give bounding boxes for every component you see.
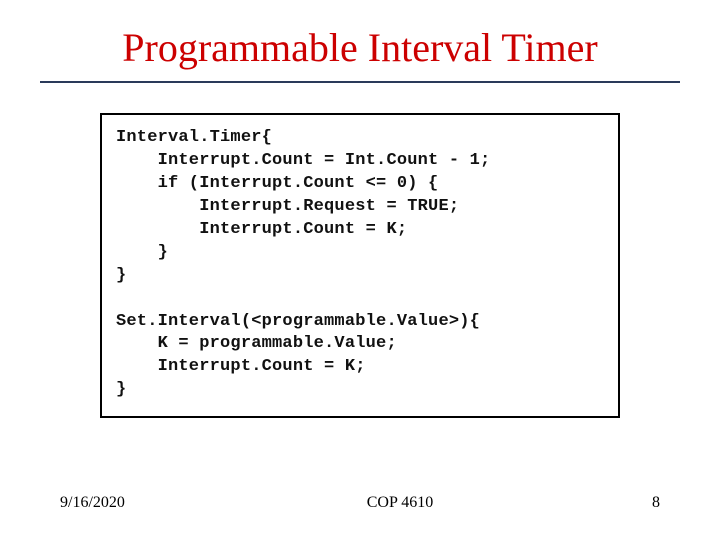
code-block: Interval.Timer{ Interrupt.Count = Int.Co… (116, 127, 604, 402)
footer-date: 9/16/2020 (60, 494, 180, 512)
slide: Programmable Interval Timer Interval.Tim… (0, 0, 720, 540)
code-box: Interval.Timer{ Interrupt.Count = Int.Co… (100, 113, 620, 418)
footer: 9/16/2020 COP 4610 8 (0, 494, 720, 512)
divider (40, 81, 680, 83)
footer-course: COP 4610 (180, 494, 620, 512)
slide-title: Programmable Interval Timer (40, 18, 680, 81)
footer-page: 8 (620, 494, 660, 512)
